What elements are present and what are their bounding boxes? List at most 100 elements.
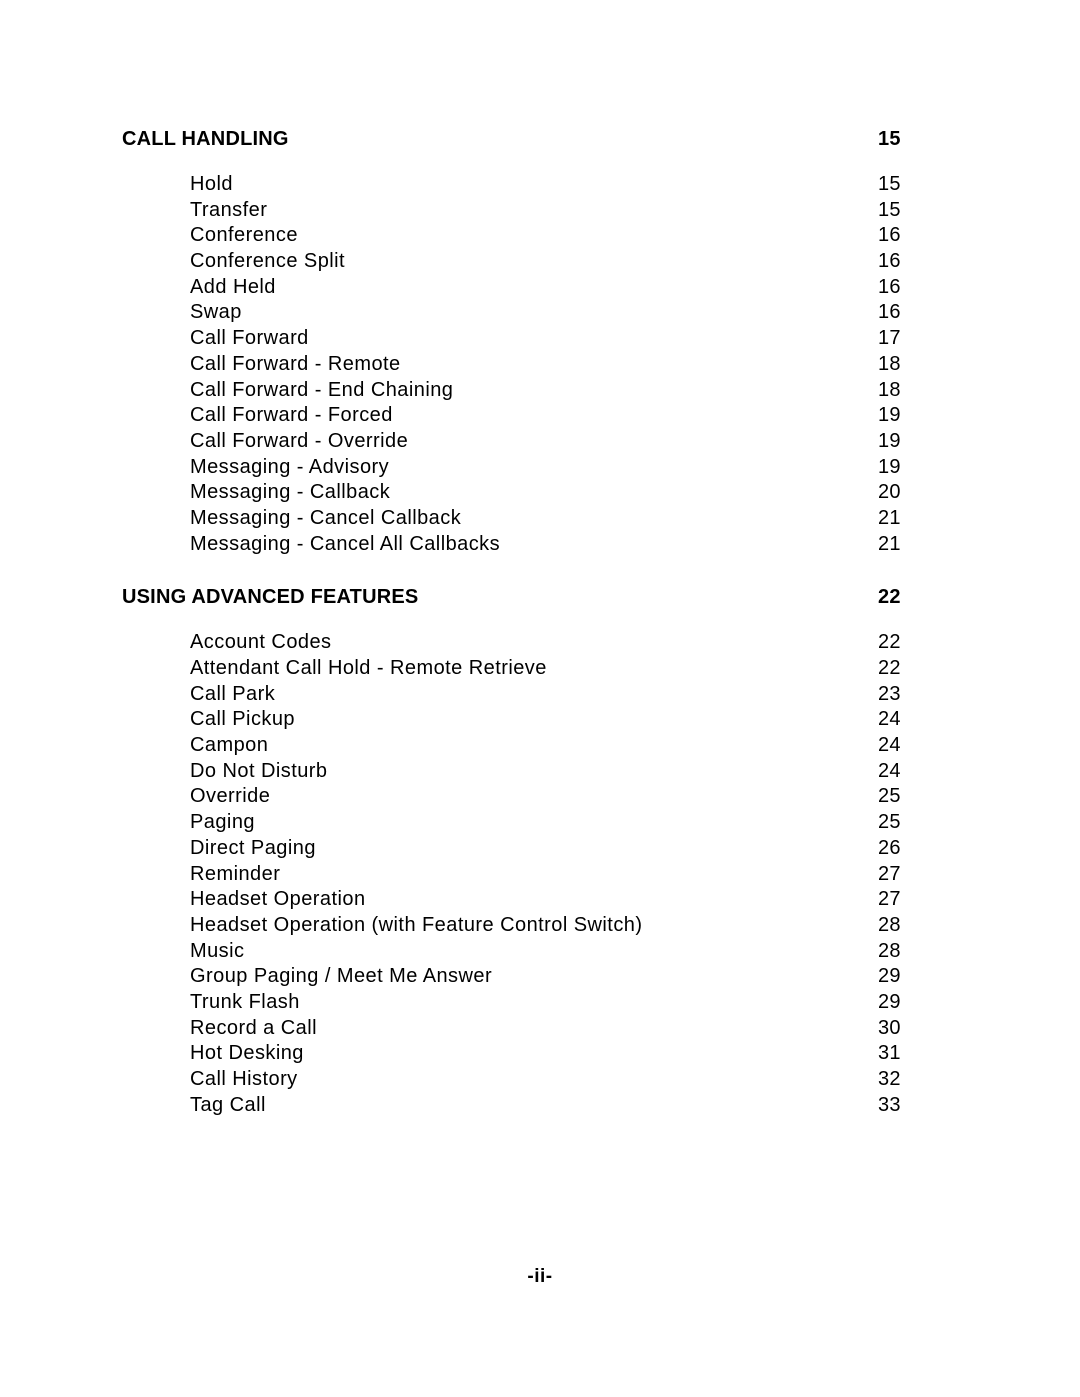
toc-entry-page-number: 25 [878,785,901,808]
toc-entry-title: Hot Desking [190,1042,304,1065]
toc-entry-page-number: 24 [878,734,901,757]
toc-entry[interactable]: Do Not Disturb 24 [190,759,942,785]
toc-entry-title: Tag Call [190,1093,266,1116]
toc-entry-title: Conference Split [190,250,346,273]
toc-entry[interactable]: Conference Split 16 [190,249,942,275]
toc-section-page-number: 15 [878,128,901,150]
toc-entry[interactable]: Call Forward - End Chaining 18 [190,378,942,404]
toc-entry-page-number: 24 [878,759,901,782]
toc-entry-title: Transfer [190,198,268,221]
toc-entry-list: Account Codes 22 Attendant Call Hold - Rem… [122,630,942,1118]
toc-entry[interactable]: Call Forward - Override 19 [190,429,942,455]
toc-entry[interactable]: Group Paging / Meet Me Answer 29 [190,964,942,990]
toc-entry-page-number: 16 [878,250,901,273]
toc-entry-page-number: 20 [878,481,901,504]
toc-entry-title: Reminder [190,862,281,885]
toc-entry-title: Call Forward - End Chaining [190,378,454,401]
toc-entry[interactable]: Add Held 16 [190,275,942,301]
toc-entry-page-number: 16 [878,275,901,298]
toc-entry-page-number: 33 [878,1093,901,1116]
toc-entry[interactable]: Record a Call 30 [190,1016,942,1042]
toc-entry-page-number: 27 [878,862,901,885]
toc-entry[interactable]: Messaging - Advisory 19 [190,455,942,481]
toc-entry[interactable]: Swap 16 [190,300,942,326]
toc-entry-title: Group Paging / Meet Me Answer [190,965,493,988]
toc-entry-title: Music [190,939,245,962]
toc-entry-title: Call Forward [190,327,309,350]
toc-section-heading[interactable]: USING ADVANCED FEATURES 22 [122,584,942,610]
toc-entry-page-number: 27 [878,888,901,911]
toc-entry[interactable]: Headset Operation (with Feature Control … [190,913,942,939]
toc-entry-title: Attendant Call Hold - Remote Retrieve [190,657,547,679]
toc-entry[interactable]: Account Codes 22 [190,630,942,656]
toc-entry-list: Hold 15 Transfer 15 Conference 16 Conference S… [122,172,942,557]
toc-entry-title: Account Codes [190,631,332,654]
toc-entry-page-number: 19 [878,455,901,478]
toc-entry[interactable]: Call Park 23 [190,682,942,708]
toc-entry-page-number: 29 [878,965,901,988]
toc-entry[interactable]: Messaging - Cancel All Callbacks 21 [190,532,942,558]
toc-entry-page-number: 16 [878,301,901,324]
toc-section-heading[interactable]: CALL HANDLING 15 [122,126,942,152]
toc-entry[interactable]: Call Forward 17 [190,326,942,352]
toc-entry-title: Campon [190,734,269,757]
toc-entry-title: Conference [190,224,298,247]
toc-entry-page-number: 29 [878,990,901,1013]
toc-entry-title: Messaging - Advisory [190,455,390,478]
toc-entry[interactable]: Hold 15 [190,172,942,198]
toc-entry[interactable]: Tag Call 33 [190,1093,942,1119]
toc-entry-page-number: 22 [878,631,901,654]
toc-entry[interactable]: Call Forward - Forced 19 [190,403,942,429]
toc-entry[interactable]: Call History 32 [190,1067,942,1093]
toc-entry[interactable]: Transfer 15 [190,198,942,224]
page-footer: -ii- [527,1266,553,1287]
toc-entry-title: Override [190,785,271,808]
toc-entry-page-number: 26 [878,836,901,859]
toc-section-page-number: 22 [878,586,901,609]
toc-entry-title: Call Park [190,682,276,705]
toc-entry-title: Call Pickup [190,708,295,731]
toc-entry-page-number: 22 [878,657,901,679]
toc-entry[interactable]: Messaging - Cancel Callback 21 [190,506,942,532]
toc-entry-page-number: 32 [878,1068,901,1090]
toc-entry-page-number: 23 [878,682,901,705]
toc-entry[interactable]: Reminder 27 [190,862,942,888]
toc-entry-title: Do Not Disturb [190,759,328,782]
toc-entry[interactable]: Paging 25 [190,810,942,836]
toc-entry-title: Add Held [190,275,276,298]
toc-entry[interactable]: Call Pickup 24 [190,707,942,733]
table-of-contents: CALL HANDLING 15 Hold 15 Transfer 15 Conferenc… [122,126,942,1118]
toc-entry-page-number: 25 [878,811,901,834]
toc-entry-title: Messaging - Callback [190,481,391,504]
toc-entry[interactable]: Campon 24 [190,733,942,759]
toc-entry-page-number: 16 [878,224,901,247]
toc-entry-page-number: 18 [878,378,901,401]
toc-entry-page-number: 18 [878,352,901,375]
toc-section-title: CALL HANDLING [122,128,289,150]
toc-entry-title: Direct Paging [190,836,316,859]
toc-entry-title: Trunk Flash [190,990,300,1013]
toc-entry[interactable]: Headset Operation 27 [190,887,942,913]
toc-entry[interactable]: Direct Paging 26 [190,836,942,862]
toc-entry-title: Call Forward - Forced [190,404,393,427]
toc-entry[interactable]: Call Forward - Remote 18 [190,352,942,378]
toc-entry-title: Headset Operation [190,888,366,911]
toc-entry-page-number: 30 [878,1016,901,1039]
toc-entry-title: Swap [190,301,242,324]
toc-entry-page-number: 31 [878,1042,901,1065]
toc-entry-title: Messaging - Cancel Callback [190,506,462,529]
toc-entry[interactable]: Music 28 [190,939,942,965]
toc-entry[interactable]: Trunk Flash 29 [190,990,942,1016]
toc-entry-title: Messaging - Cancel All Callbacks [190,532,501,555]
toc-entry-page-number: 28 [878,939,901,962]
toc-entry-page-number: 19 [878,429,901,452]
toc-entry[interactable]: Override 25 [190,784,942,810]
toc-entry-page-number: 15 [878,173,901,195]
toc-entry[interactable]: Messaging - Callback 20 [190,480,942,506]
toc-entry[interactable]: Hot Desking 31 [190,1041,942,1067]
toc-entry[interactable]: Attendant Call Hold - Remote Retrieve 22 [190,656,942,682]
toc-entry[interactable]: Conference 16 [190,223,942,249]
toc-entry-title: Headset Operation (with Feature Control … [190,913,643,936]
toc-entry-title: Call Forward - Override [190,429,409,452]
toc-section: USING ADVANCED FEATURES 22 Account Codes 22… [122,584,942,1118]
